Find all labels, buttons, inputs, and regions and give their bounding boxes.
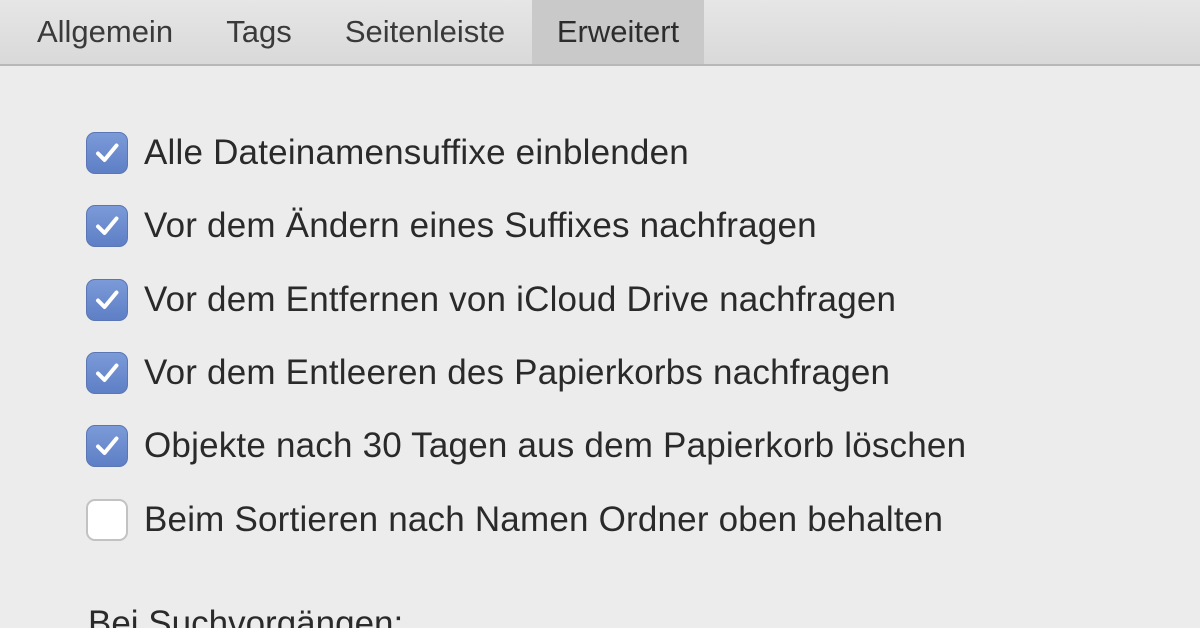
preferences-toolbar: Allgemein Tags Seitenleiste Erweitert: [0, 0, 1200, 66]
finder-preferences-window: Allgemein Tags Seitenleiste Erweitert Al…: [0, 0, 1200, 628]
checkbox[interactable]: [86, 205, 128, 247]
option-keep-folders-on-top[interactable]: Beim Sortieren nach Namen Ordner oben be…: [86, 496, 943, 544]
option-show-all-extensions[interactable]: Alle Dateinamensuffixe einblenden: [86, 129, 689, 177]
tab-erweitert[interactable]: Erweitert: [532, 0, 704, 64]
checkmark-icon: [96, 143, 119, 162]
option-label: Alle Dateinamensuffixe einblenden: [144, 133, 689, 172]
checkbox[interactable]: [86, 352, 128, 394]
option-label: Objekte nach 30 Tagen aus dem Papierkorb…: [144, 426, 967, 465]
option-label: Vor dem Entfernen von iCloud Drive nachf…: [144, 280, 897, 319]
option-remove-trash-after-30-days[interactable]: Objekte nach 30 Tagen aus dem Papierkorb…: [86, 422, 966, 470]
option-label: Vor dem Entleeren des Papierkorbs nachfr…: [144, 353, 891, 392]
checkmark-icon: [96, 216, 119, 235]
tab-tags[interactable]: Tags: [210, 0, 308, 64]
checkbox[interactable]: [86, 132, 128, 174]
checkbox[interactable]: [86, 499, 128, 541]
checkmark-icon: [96, 436, 119, 455]
checkmark-icon: [96, 290, 119, 309]
tab-seitenleiste[interactable]: Seitenleiste: [322, 0, 528, 64]
option-label: Vor dem Ändern eines Suffixes nachfragen: [144, 206, 817, 245]
tab-allgemein[interactable]: Allgemein: [12, 0, 198, 64]
option-warn-empty-trash[interactable]: Vor dem Entleeren des Papierkorbs nachfr…: [86, 349, 890, 397]
checkbox[interactable]: [86, 425, 128, 467]
option-warn-change-extension[interactable]: Vor dem Ändern eines Suffixes nachfragen: [86, 202, 817, 250]
advanced-settings-panel: Alle Dateinamensuffixe einblenden Vor de…: [0, 66, 1200, 628]
option-label: Beim Sortieren nach Namen Ordner oben be…: [144, 500, 944, 539]
option-warn-remove-icloud[interactable]: Vor dem Entfernen von iCloud Drive nachf…: [86, 276, 896, 324]
checkmark-icon: [96, 363, 119, 382]
checkbox[interactable]: [86, 279, 128, 321]
search-section-label: Bei Suchvorgängen:: [88, 604, 404, 628]
